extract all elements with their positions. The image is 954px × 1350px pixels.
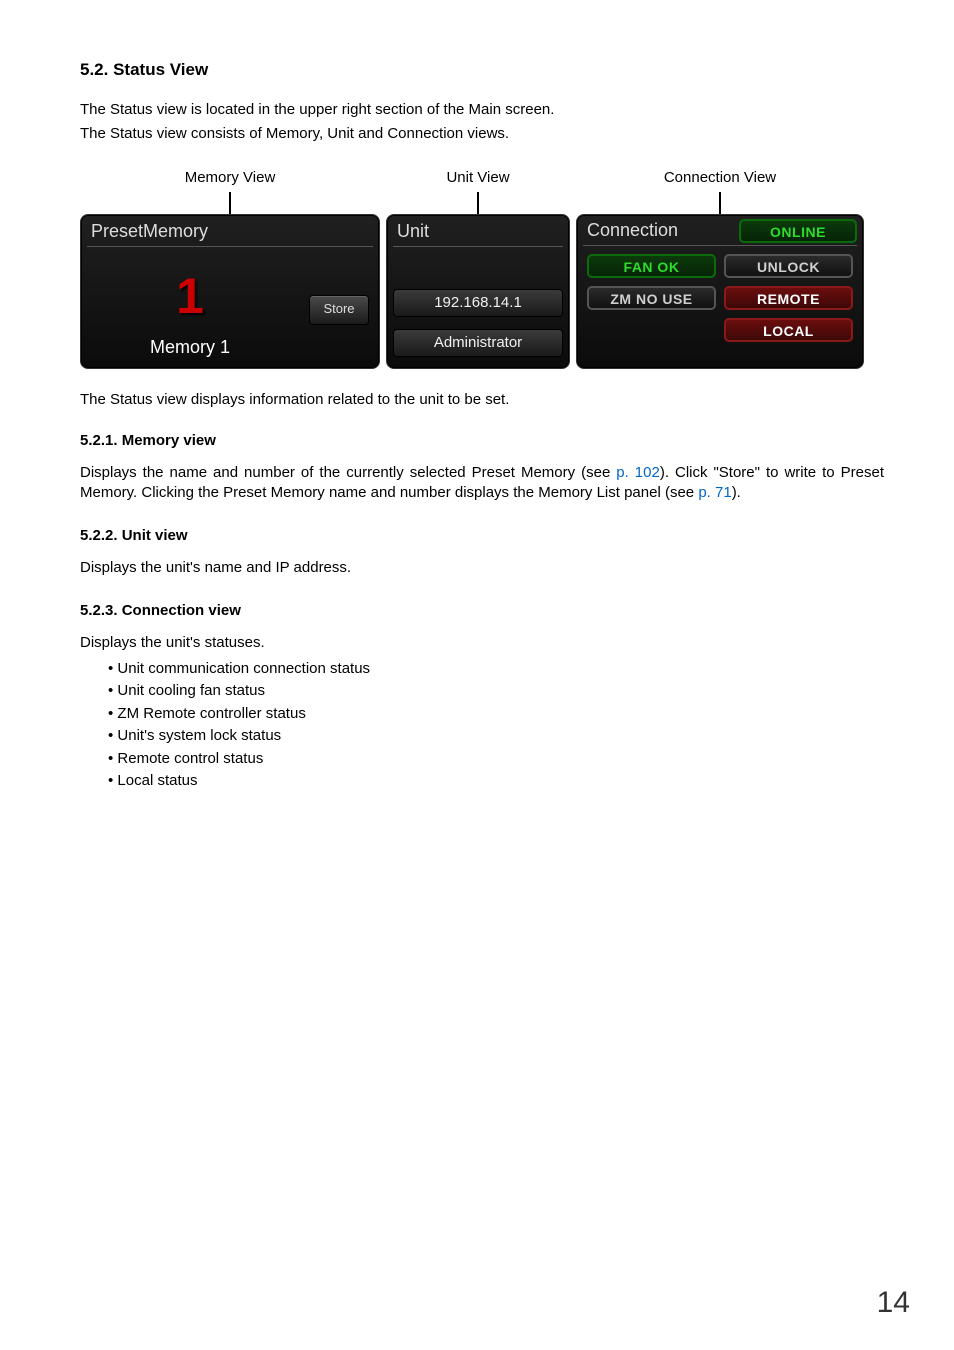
callout-memory-view: Memory View <box>185 169 276 186</box>
unit-ip-field: 192.168.14.1 <box>393 289 563 317</box>
section-title: Status View <box>113 60 208 79</box>
heading-connection-view: 5.2.3. Connection view <box>80 602 884 619</box>
status-spacer <box>587 318 716 342</box>
heading-memory-view: 5.2.1. Memory view <box>80 432 884 449</box>
page-number: 14 <box>877 1286 910 1320</box>
callout-line <box>229 192 231 214</box>
status-local: LOCAL <box>724 318 853 342</box>
connection-status-list: Unit communication connection status Uni… <box>80 658 884 793</box>
link-p102[interactable]: p. 102 <box>616 464 660 481</box>
connection-header: Connection <box>583 220 739 241</box>
callout-unit-view: Unit View <box>446 169 509 186</box>
status-zm: ZM NO USE <box>587 286 716 310</box>
preset-name[interactable]: Memory 1 <box>87 337 293 358</box>
intro-line-2: The Status view consists of Memory, Unit… <box>80 124 884 144</box>
list-item: Unit communication connection status <box>108 658 884 681</box>
store-button[interactable]: Store <box>309 295 369 325</box>
connection-panel: Connection ONLINE FAN OK UNLOCK ZM NO US… <box>576 214 864 369</box>
unit-header: Unit <box>393 219 563 247</box>
status-fan: FAN OK <box>587 254 716 278</box>
figure-callouts: Memory View Unit View Connection View <box>80 169 884 214</box>
text-fragment: ). <box>732 484 741 501</box>
unit-role-field: Administrator <box>393 329 563 357</box>
section-number: 5.2. <box>80 60 108 79</box>
list-item: Unit cooling fan status <box>108 680 884 703</box>
status-view-figure: PresetMemory 1 Memory 1 Store Unit 192.1… <box>80 214 884 369</box>
heading-unit-view: 5.2.2. Unit view <box>80 527 884 544</box>
intro-line-1: The Status view is located in the upper … <box>80 100 884 120</box>
list-item: ZM Remote controller status <box>108 703 884 726</box>
unit-view-text: Displays the unit's name and IP address. <box>80 558 884 578</box>
memory-view-text: Displays the name and number of the curr… <box>80 463 884 504</box>
unit-panel: Unit 192.168.14.1 Administrator <box>386 214 570 369</box>
text-fragment: Displays the name and number of the curr… <box>80 464 616 481</box>
callout-connection-view: Connection View <box>664 169 776 186</box>
list-item: Unit's system lock status <box>108 725 884 748</box>
list-item: Local status <box>108 770 884 793</box>
link-p71[interactable]: p. 71 <box>698 484 731 501</box>
callout-line <box>477 192 479 214</box>
preset-memory-panel: PresetMemory 1 Memory 1 Store <box>80 214 380 369</box>
preset-memory-header: PresetMemory <box>87 219 373 247</box>
section-heading: 5.2. Status View <box>80 60 884 80</box>
list-item: Remote control status <box>108 748 884 771</box>
post-figure-text: The Status view displays information rel… <box>80 391 884 408</box>
status-online: ONLINE <box>739 219 857 243</box>
callout-line <box>719 192 721 214</box>
preset-number[interactable]: 1 <box>87 267 293 325</box>
status-remote: REMOTE <box>724 286 853 310</box>
status-unlock: UNLOCK <box>724 254 853 278</box>
connection-view-intro: Displays the unit's statuses. <box>80 633 884 653</box>
